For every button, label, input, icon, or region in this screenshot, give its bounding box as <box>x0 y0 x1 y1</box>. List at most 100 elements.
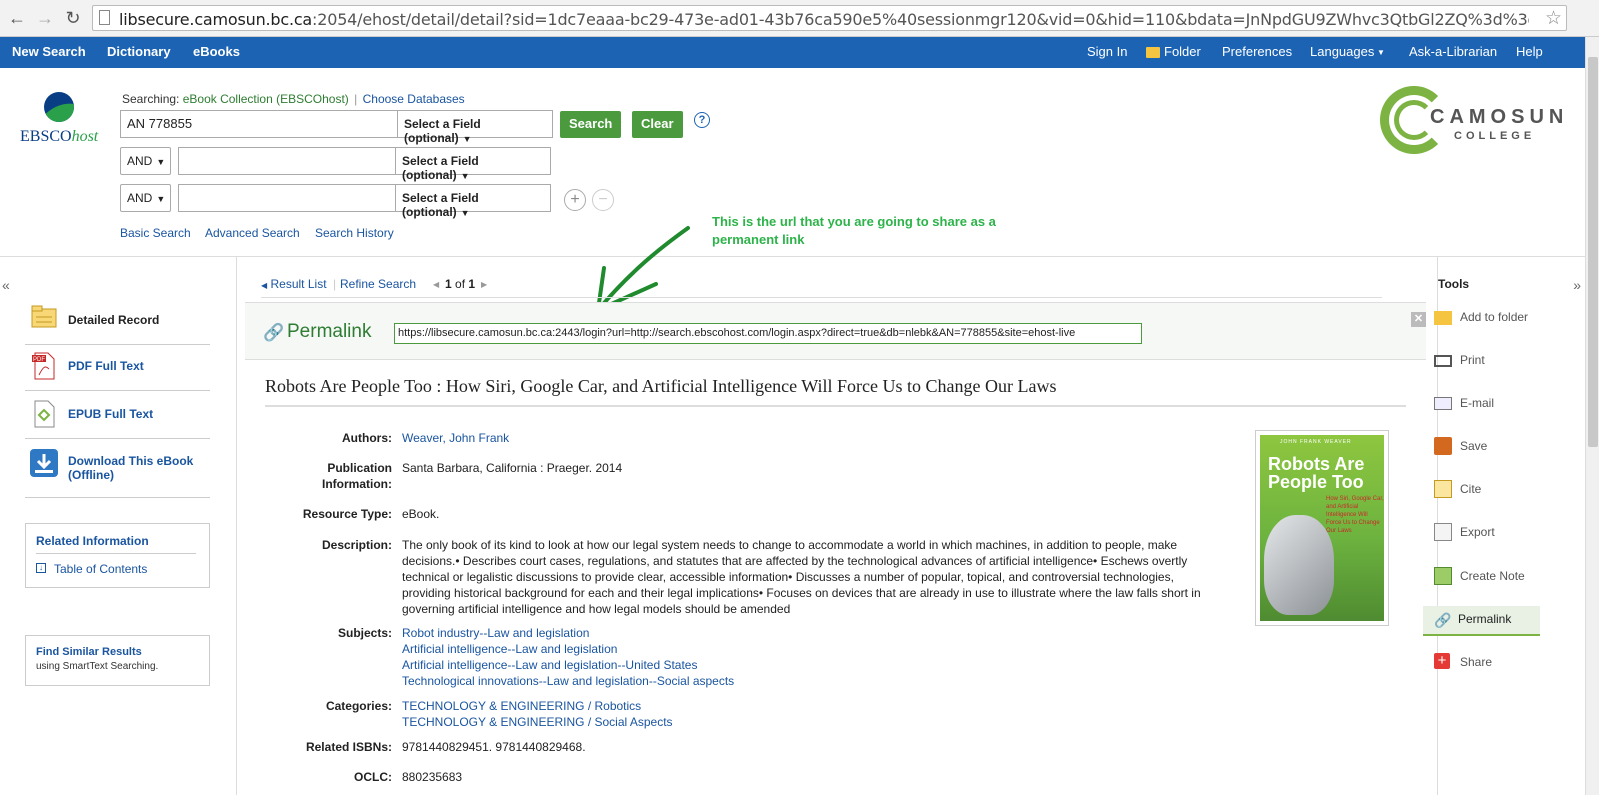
category-link[interactable]: TECHNOLOGY & ENGINEERING / Robotics <box>402 698 1212 714</box>
epub-full-text-link[interactable]: EPUB Full Text <box>68 407 153 421</box>
subject-link[interactable]: Robot industry--Law and legislation <box>402 625 1212 641</box>
publication-label: Publication Information: <box>322 461 392 491</box>
detailed-record-item[interactable]: Detailed Record <box>25 299 210 345</box>
download-icon <box>30 449 58 477</box>
field-select-2[interactable]: Select a Field (optional) ▼ <box>395 147 551 182</box>
subject-link[interactable]: Technological innovations--Law and legis… <box>402 673 1212 689</box>
address-bar[interactable]: libsecure.camosun.bc.ca:2054/ehost/detai… <box>92 5 1567 31</box>
help-icon[interactable]: ? <box>694 112 710 128</box>
nav-languages[interactable]: Languages <box>1310 44 1374 59</box>
subjects-label: Subjects: <box>337 626 392 640</box>
clear-button[interactable]: Clear <box>632 111 683 138</box>
result-total: 1 <box>468 277 476 291</box>
epub-full-text-item[interactable]: EPUB Full Text <box>25 391 210 439</box>
email-icon <box>1434 397 1452 410</box>
note-icon <box>1434 567 1452 585</box>
print-icon <box>1434 355 1452 367</box>
address-url[interactable]: libsecure.camosun.bc.ca:2054/ehost/detai… <box>119 10 1529 29</box>
logo-suffix: host <box>71 128 99 145</box>
forward-icon[interactable]: → <box>34 7 56 29</box>
url-host: libsecure.camosun.bc.ca <box>119 10 313 29</box>
tool-label: Permalink <box>1458 612 1512 626</box>
share-icon: + <box>1434 653 1450 669</box>
camosun-arc-inner <box>1394 100 1434 140</box>
tool-label: Add to folder <box>1460 310 1529 324</box>
nav-ask-librarian[interactable]: Ask-a-Librarian <box>1409 44 1497 59</box>
next-icon[interactable]: ▶ <box>481 280 487 289</box>
collapse-right-icon[interactable]: » <box>1573 277 1581 293</box>
nav-ebooks[interactable]: eBooks <box>193 44 240 59</box>
table-of-contents-link[interactable]: Table of Contents <box>54 562 147 576</box>
nav-folder[interactable]: Folder <box>1164 44 1201 59</box>
scrollbar-thumb[interactable] <box>1588 57 1598 447</box>
nav-sign-in[interactable]: Sign In <box>1087 44 1127 59</box>
robot-head-icon <box>1264 515 1334 615</box>
search-input-2[interactable] <box>178 147 398 175</box>
divider <box>261 297 1382 298</box>
permalink-label: Permalink <box>287 321 372 342</box>
nav-preferences[interactable]: Preferences <box>1222 44 1292 59</box>
back-icon[interactable]: ← <box>6 7 28 29</box>
description-value: The only book of its kind to look at how… <box>402 538 1201 616</box>
camosun-college-logo[interactable]: CAMOSUN COLLEGE <box>1380 86 1563 158</box>
category-link[interactable]: TECHNOLOGY & ENGINEERING / Social Aspect… <box>402 714 1212 730</box>
logo-text: EBSCO <box>20 128 72 145</box>
page-scrollbar[interactable] <box>1585 37 1599 795</box>
searching-db: eBook Collection (EBSCOhost) <box>182 92 349 106</box>
nav-new-search[interactable]: New Search <box>12 44 86 59</box>
cover-subtitle: How Siri, Google Car, and Artificial Int… <box>1326 496 1384 534</box>
caret-left-icon: ◀ <box>261 281 268 290</box>
search-button[interactable]: Search <box>560 111 622 138</box>
nav-dictionary[interactable]: Dictionary <box>107 44 171 59</box>
pdf-full-text-link[interactable]: PDF Full Text <box>68 359 144 373</box>
ebscohost-logo[interactable]: EBSCOhost <box>20 92 100 152</box>
search-input-1[interactable]: AN 778855 <box>120 110 398 138</box>
browser-toolbar: ← → ↻ libsecure.camosun.bc.ca:2054/ehost… <box>0 0 1599 37</box>
link-icon: 🔗 <box>263 323 285 342</box>
search-input-3[interactable] <box>178 184 398 212</box>
download-ebook-link[interactable]: Download This eBook (Offline) <box>68 454 208 482</box>
basic-search-link[interactable]: Basic Search <box>120 226 191 240</box>
field-select-3[interactable]: Select a Field (optional) ▼ <box>395 184 551 219</box>
detailed-record-icon <box>31 305 57 328</box>
download-ebook-item[interactable]: Download This eBook (Offline) <box>25 439 210 498</box>
reload-icon[interactable]: ↻ <box>62 7 84 29</box>
divider: | <box>333 277 337 291</box>
subject-link[interactable]: Artificial intelligence--Law and legisla… <box>402 641 1212 657</box>
advanced-search-link[interactable]: Advanced Search <box>205 226 300 240</box>
bool-select-3[interactable]: AND ▼ <box>120 184 171 212</box>
nav-help[interactable]: Help <box>1516 44 1543 59</box>
collapse-left-icon[interactable]: « <box>2 277 10 293</box>
record-title: Robots Are People Too : How Siri, Google… <box>265 376 1406 407</box>
field-select-1[interactable]: Select a Field (optional) ▼ <box>397 110 553 145</box>
related-information-title: Related Information <box>36 534 196 554</box>
refine-search-link[interactable]: Refine Search <box>340 277 416 291</box>
author-link[interactable]: Weaver, John Frank <box>402 430 1212 446</box>
resource-type-label: Resource Type: <box>302 507 392 521</box>
add-row-icon[interactable]: + <box>564 189 586 211</box>
top-navigation: New Search Dictionary eBooks Sign In Fol… <box>0 37 1585 68</box>
prev-icon[interactable]: ◀ <box>433 280 439 289</box>
close-icon[interactable]: ✕ <box>1411 312 1426 327</box>
caret-down-icon: ▼ <box>1377 48 1385 57</box>
remove-row-icon[interactable]: − <box>592 189 614 211</box>
cover-author: JOHN FRANK WEAVER <box>1280 439 1352 445</box>
description-label: Description: <box>321 538 392 552</box>
bool-select-2[interactable]: AND ▼ <box>120 147 171 175</box>
bookmark-star-icon[interactable]: ☆ <box>1545 7 1562 30</box>
choose-databases-link[interactable]: Choose Databases <box>363 92 465 106</box>
pdf-full-text-item[interactable]: PDF PDF Full Text <box>25 345 210 391</box>
search-history-link[interactable]: Search History <box>315 226 394 240</box>
categories-label: Categories: <box>325 699 392 713</box>
tool-label: Share <box>1460 655 1493 669</box>
find-similar-link[interactable]: Find Similar Results <box>36 646 142 658</box>
tool-permalink[interactable]: 🔗 Permalink <box>1423 606 1540 636</box>
result-list-link[interactable]: ◀ Result List <box>261 277 327 291</box>
cover-title: Robots Are People Too <box>1268 454 1365 492</box>
toc-icon: ↓ <box>36 563 46 573</box>
bool-label: AND <box>127 191 153 205</box>
subject-link[interactable]: Artificial intelligence--Law and legisla… <box>402 657 1212 673</box>
searching-line: Searching: eBook Collection (EBSCOhost) … <box>122 92 465 106</box>
permalink-url-field[interactable]: https://libsecure.camosun.bc.ca:2443/log… <box>394 323 1142 344</box>
book-cover[interactable]: JOHN FRANK WEAVER Robots Are People Too … <box>1255 430 1389 626</box>
